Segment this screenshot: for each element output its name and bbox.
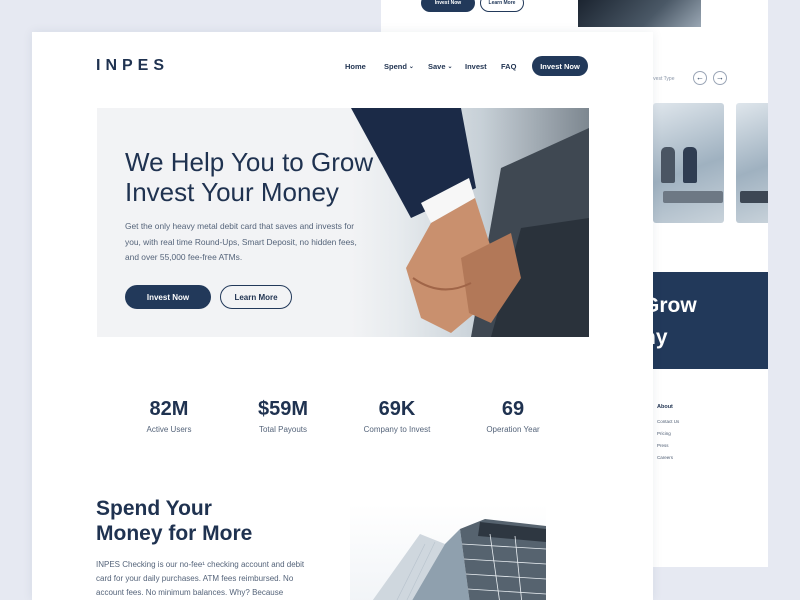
nav-label: Home (345, 62, 366, 71)
stat-value: $59M (257, 398, 309, 420)
hero-section: We Help You to Grow Invest Your Money Ge… (97, 108, 589, 337)
stat-total-payouts: $59M Total Payouts (228, 397, 338, 434)
bg-footer-heading: About (657, 404, 673, 410)
stat-label: Active Users (146, 425, 192, 434)
skyscraper-image (350, 504, 546, 600)
bg-invest-button[interactable]: Invest Now (421, 0, 475, 12)
logo[interactable]: INPES (96, 57, 169, 75)
nav-save[interactable]: Save ⌄ (428, 62, 453, 71)
stat-active-users: 82M Active Users (114, 397, 224, 434)
bg-footer-link[interactable]: Pricing (657, 431, 671, 436)
bg-footer-link[interactable]: Contact Us (657, 419, 679, 424)
stat-value: 69 (501, 398, 525, 420)
chevron-down-icon: ⌄ (447, 64, 453, 70)
arrow-right-icon[interactable]: → (713, 71, 727, 85)
bg-building-image (578, 0, 701, 27)
nav-label: FAQ (501, 62, 517, 71)
stat-label: Company to Invest (363, 425, 431, 434)
nav-label: Save (428, 62, 446, 71)
hero-subtitle: Get the only heavy metal debit card that… (125, 221, 357, 262)
bg-footer-link[interactable]: Careers (657, 455, 673, 460)
hero-learn-more-button[interactable]: Learn More (220, 285, 292, 309)
nav-label: Invest (465, 62, 487, 71)
arrow-left-icon[interactable]: ← (693, 71, 707, 85)
bg-meeting-card[interactable] (653, 103, 724, 223)
hero-title: We Help You to Grow Invest Your Money (125, 147, 374, 207)
nav-label: Spend (384, 62, 407, 71)
stat-value: 69K (378, 398, 416, 420)
landing-page: INPES Home Spend ⌄ Save ⌄ Invest FAQ Inv… (32, 32, 653, 600)
handshake-image (351, 108, 589, 337)
spend-section-title: Spend Your Money for More (96, 497, 253, 545)
stat-label: Total Payouts (258, 425, 308, 434)
bg-learn-more-button[interactable]: Learn More (480, 0, 524, 12)
nav-faq[interactable]: FAQ (501, 62, 516, 71)
nav-spend[interactable]: Spend ⌄ (384, 62, 414, 71)
nav-home[interactable]: Home (345, 62, 366, 71)
chevron-down-icon: ⌄ (408, 64, 414, 70)
spend-section-body: INPES Checking is our no-fee¹ checking a… (96, 560, 305, 597)
nav-invest[interactable]: Invest (465, 62, 487, 71)
stat-value: 82M (149, 398, 189, 420)
stat-company-to-invest: 69K Company to Invest (342, 397, 452, 434)
bg-footer-link[interactable]: Press (657, 443, 669, 448)
hero-invest-now-button[interactable]: Invest Now (125, 285, 211, 309)
stat-label: Operation Year (486, 425, 540, 434)
stat-operation-year: 69 Operation Year (458, 397, 568, 434)
bg-office-card[interactable] (736, 103, 768, 223)
header-invest-now-button[interactable]: Invest Now (532, 56, 588, 76)
